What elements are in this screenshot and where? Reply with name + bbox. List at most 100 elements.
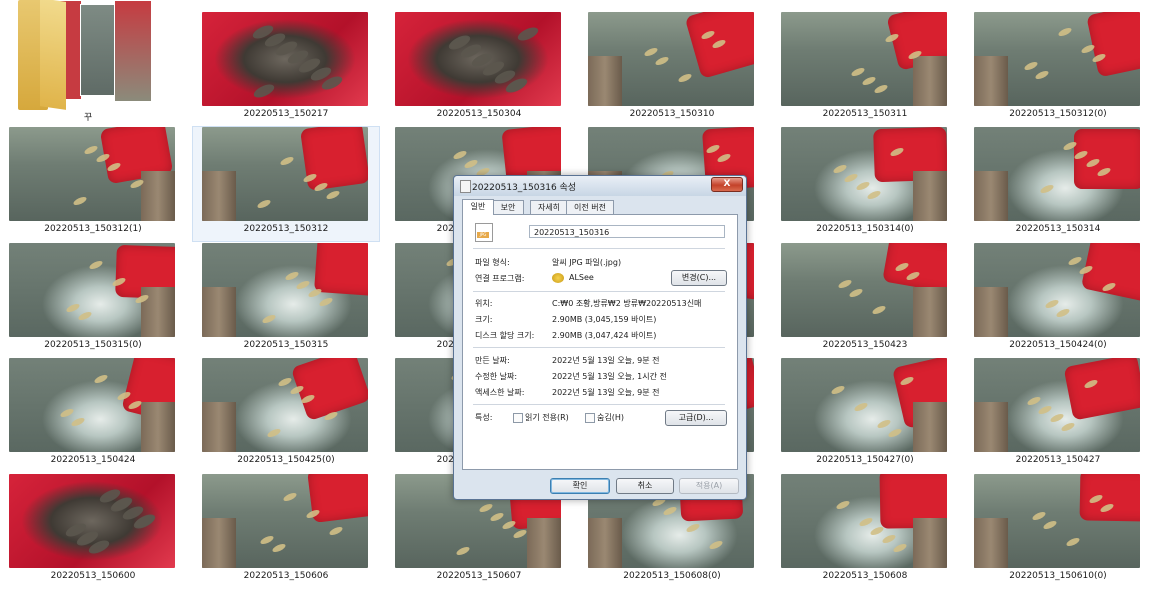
- fish-shape: [861, 75, 877, 87]
- dock-shape: [202, 402, 236, 452]
- thumbnail-item[interactable]: 20220513_150315(0): [0, 243, 186, 357]
- dialog-titlebar[interactable]: 20220513_150316 속성 X: [454, 176, 746, 196]
- fish-shape: [452, 149, 468, 161]
- hidden-label: 숨김(H): [597, 413, 624, 422]
- fish-shape: [848, 287, 864, 299]
- fish-shape: [1037, 404, 1053, 416]
- fish-shape: [1049, 412, 1065, 424]
- thumbnail-item[interactable]: 20220513_150610(0): [965, 474, 1150, 588]
- thumbnail-label: 20220513_150425(0): [237, 455, 335, 465]
- bucket-shape: [202, 12, 368, 106]
- thumbnail-image: [202, 243, 368, 337]
- thumbnail-item[interactable]: 20220513_150311: [772, 12, 958, 126]
- hidden-checkbox[interactable]: [585, 413, 595, 423]
- thumbnail-item[interactable]: 20220513_150600: [0, 474, 186, 588]
- divider: [473, 347, 725, 348]
- fish-shape: [1031, 510, 1047, 522]
- filename-field[interactable]: 20220513_150316: [529, 225, 725, 238]
- fish-shape: [1060, 421, 1076, 433]
- fish-shape: [279, 155, 295, 167]
- fish-shape: [478, 502, 494, 514]
- thumbnail-image: [781, 12, 947, 106]
- apply-button[interactable]: 적용(A): [679, 478, 739, 494]
- created-value: 2022년 5월 13일 오늘, 9분 전: [552, 356, 660, 365]
- fish-shape: [1057, 26, 1073, 38]
- tab-general[interactable]: 일반: [462, 199, 494, 215]
- readonly-label: 읽기 전용(R): [525, 413, 569, 422]
- thumbnail-image: [781, 243, 947, 337]
- divider: [473, 291, 725, 292]
- fish-shape: [892, 542, 908, 554]
- advanced-button[interactable]: 고급(D)...: [665, 410, 727, 426]
- thumbnail-item[interactable]: 20220513_150314(0): [772, 127, 958, 241]
- thumbnail-image: [974, 12, 1140, 106]
- thumbnail-item[interactable]: 20220513_150606: [193, 474, 379, 588]
- change-button[interactable]: 변경(C)...: [671, 270, 727, 286]
- thumbnail-item[interactable]: 20220513_150423: [772, 243, 958, 357]
- fish-shape: [866, 189, 882, 201]
- thumbnail-item[interactable]: 20220513_150608: [772, 474, 958, 588]
- accessed-label: 액세스한 날짜:: [475, 388, 525, 397]
- fish-shape: [832, 163, 848, 175]
- fish-shape: [1026, 395, 1042, 407]
- thumbnail-item[interactable]: 20220513_150315: [193, 243, 379, 357]
- thumbnail-item[interactable]: 20220513_150424(0): [965, 243, 1150, 357]
- tab-security[interactable]: 보안: [492, 200, 524, 214]
- fish-shape: [643, 46, 659, 58]
- fish-shape: [318, 296, 334, 308]
- thumbnail-item[interactable]: 20220513_150304: [386, 12, 572, 126]
- ok-button[interactable]: 확인: [550, 478, 610, 494]
- folder-preview-2: [80, 4, 116, 96]
- thumbnail-image: [9, 474, 175, 568]
- fish-shape: [685, 522, 701, 534]
- thumbnail-item[interactable]: 20220513_150312(1): [0, 127, 186, 241]
- fish-shape: [830, 384, 846, 396]
- fish-shape: [871, 304, 887, 316]
- tab-details[interactable]: 자세히: [530, 200, 568, 214]
- thumbnail-item[interactable]: 20220513_150312(0): [965, 12, 1150, 126]
- size-label: 크기:: [475, 315, 493, 324]
- thumbnail-item[interactable]: 20220513_150427: [965, 358, 1150, 472]
- fish-shape: [677, 72, 693, 84]
- thumbnail-image: [974, 474, 1140, 568]
- folder-front: [40, 0, 66, 110]
- thumbnail-item[interactable]: 20220513_150314: [965, 127, 1150, 241]
- fish-shape: [843, 172, 859, 184]
- thumbnail-label: 20220513_150424(0): [1009, 340, 1107, 350]
- thumbnail-label: 20220513_150314(0): [816, 224, 914, 234]
- bucket-shape: [299, 127, 368, 192]
- thumbnail-item[interactable]: 20220513_150425(0): [193, 358, 379, 472]
- fish-shape: [837, 278, 853, 290]
- dock-shape: [913, 518, 947, 568]
- folder-icon[interactable]: [18, 0, 152, 110]
- location-value: C:₩0 조황,방류₩2 방류₩20220513신매: [552, 299, 702, 308]
- dock-shape: [141, 402, 175, 452]
- fish-shape: [295, 279, 311, 291]
- cancel-button[interactable]: 취소: [616, 478, 674, 494]
- fish-shape: [259, 534, 275, 546]
- disk-size-label: 디스크 할당 크기:: [475, 331, 535, 340]
- thumbnail-label: 20220513_150607: [436, 571, 522, 581]
- thumbnail-image: [974, 358, 1140, 452]
- thumbnail-item[interactable]: 20220513_150427(0): [772, 358, 958, 472]
- modified-label: 수정한 날짜:: [475, 372, 518, 381]
- readonly-checkbox[interactable]: [513, 413, 523, 423]
- thumbnail-item[interactable]: 20220513_150312: [192, 126, 380, 242]
- thumbnail-item[interactable]: 20220513_150424: [0, 358, 186, 472]
- fish-shape: [266, 427, 282, 439]
- thumbnail-item[interactable]: 20220513_150217: [193, 12, 379, 126]
- properties-dialog: 20220513_150316 속성 X 일반 보안 자세히 이전 버전 JPG…: [453, 175, 747, 500]
- fish-shape: [1065, 536, 1081, 548]
- dock-shape: [588, 56, 622, 106]
- close-button[interactable]: X: [711, 177, 743, 192]
- fish-shape: [282, 491, 298, 503]
- thumbnail-label: 20220513_150423: [822, 340, 908, 350]
- thumbnail-label: 20220513_150315: [243, 340, 329, 350]
- fish-shape: [489, 511, 505, 523]
- app-value: ALSee: [569, 273, 594, 282]
- thumbnail-item[interactable]: 20220513_150310: [579, 12, 765, 126]
- created-label: 만든 날짜:: [475, 356, 510, 365]
- tab-previous-versions[interactable]: 이전 버전: [566, 200, 614, 214]
- fish-shape: [271, 542, 287, 554]
- fish-shape: [876, 418, 892, 430]
